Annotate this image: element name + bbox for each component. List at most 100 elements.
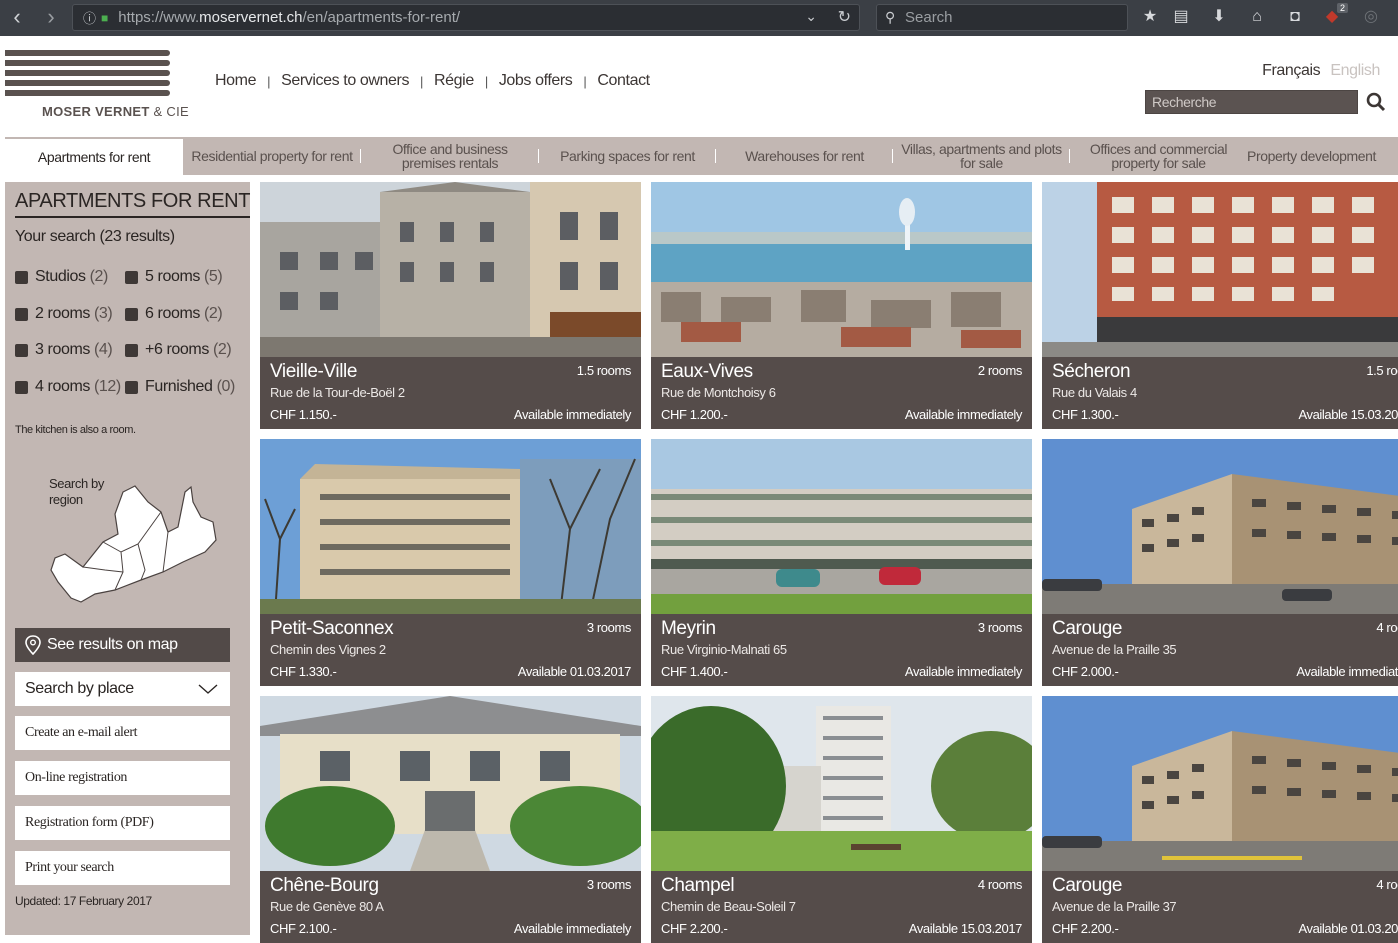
nav-regie[interactable]: Régie	[434, 72, 474, 90]
download-icon[interactable]: ⬇	[1208, 6, 1230, 28]
chevron-down-icon	[198, 684, 218, 694]
listing-rooms: 1.5 roo	[1366, 363, 1398, 378]
listing-card[interactable]: Petit-Saconnex 3 rooms Chemin des Vignes…	[260, 439, 641, 686]
nav-jobs-offers[interactable]: Jobs offers	[499, 72, 573, 90]
listing-card[interactable]: Carouge 4 roo Avenue de la Praille 37 CH…	[1042, 696, 1398, 943]
listing-rooms: 2 rooms	[977, 363, 1023, 378]
listing-photo	[1042, 696, 1398, 871]
listing-street: Rue de Genève 80 A	[270, 899, 384, 914]
online-registration-button[interactable]: On-line registration	[15, 761, 230, 795]
listing-price: CHF 2.100.-	[270, 921, 337, 936]
listing-rooms: 1.5 rooms	[576, 363, 632, 378]
filter-furnished[interactable]: Furnished (0)	[125, 378, 235, 396]
nav-services-to-owners[interactable]: Services to owners	[281, 72, 409, 90]
map-label: Search by region	[49, 476, 104, 507]
info-icon[interactable]: ⓘ	[83, 8, 96, 27]
listing-street: Chemin des Vignes 2	[270, 642, 386, 657]
listing-price: CHF 2.200.-	[661, 921, 728, 936]
reload-icon[interactable]: ↻	[838, 7, 851, 27]
listing-street: Avenue de la Praille 37	[1052, 899, 1177, 914]
filter-plus-6-rooms[interactable]: +6 rooms (2)	[125, 341, 232, 359]
search-icon[interactable]	[1366, 92, 1386, 112]
listing-card[interactable]: Eaux-Vives 2 rooms Rue de Montchoisy 6 C…	[651, 182, 1032, 429]
checkbox[interactable]	[15, 380, 28, 394]
reading-list-icon[interactable]: ▤	[1170, 6, 1192, 28]
bookmark-star-icon[interactable]: ★	[1139, 6, 1161, 28]
listing-availability: Available immediately	[904, 407, 1022, 422]
tab-villas-for-sale[interactable]: Villas, apartments and plots for sale	[893, 137, 1070, 175]
listing-place: Carouge	[1052, 875, 1123, 896]
listing-card[interactable]: Champel 4 rooms Chemin de Beau-Soleil 7 …	[651, 696, 1032, 943]
listing-price: CHF 1.150.-	[270, 407, 337, 422]
browser-search-input[interactable]: ⚲ Search	[876, 4, 1128, 31]
checkbox[interactable]	[125, 270, 138, 284]
listing-card[interactable]: Sécheron 1.5 roo Rue du Valais 4 CHF 1.3…	[1042, 182, 1398, 429]
listing-card[interactable]: Carouge 4 roo Avenue de la Praille 35 CH…	[1042, 439, 1398, 686]
create-email-alert-button[interactable]: Create an e-mail alert	[15, 716, 230, 750]
tab-residential-property-for-rent[interactable]: Residential property for rent	[183, 137, 361, 175]
listing-street: Rue du Valais 4	[1052, 385, 1137, 400]
listing-photo	[651, 696, 1032, 871]
listing-card[interactable]: Vieille-Ville 1.5 rooms Rue de la Tour-d…	[260, 182, 641, 429]
listing-place: Chêne-Bourg	[270, 875, 379, 896]
main-nav: Home | Services to owners | Régie | Jobs of…	[215, 72, 650, 90]
listing-availability: Available 15.03.2017	[908, 921, 1023, 936]
listing-availability: Available immediately	[513, 921, 631, 936]
url-dropdown-icon[interactable]: ⌄	[805, 8, 817, 25]
see-results-on-map-button[interactable]: See results on map	[15, 628, 230, 662]
registration-form-pdf-button[interactable]: Registration form (PDF)	[15, 806, 230, 840]
address-bar[interactable]: ⓘ ■ https://www.moservernet.ch/en/apartm…	[72, 4, 860, 31]
category-tabs: Apartments for rent Residential property…	[5, 137, 1398, 175]
listing-photo	[651, 439, 1032, 614]
back-icon[interactable]: ‹	[4, 5, 30, 31]
filter-6-rooms[interactable]: 6 rooms (2)	[125, 305, 223, 323]
forward-icon[interactable]: ›	[38, 5, 64, 31]
tab-offices-for-sale[interactable]: Offices and commercial property for sale	[1070, 137, 1247, 175]
nav-contact[interactable]: Contact	[597, 72, 650, 90]
url-text[interactable]: https://www.moservernet.ch/en/apartments…	[118, 9, 460, 26]
search-by-place-select[interactable]: Search by place	[15, 672, 230, 706]
filter-2-rooms[interactable]: 2 rooms (3)	[15, 305, 113, 323]
listing-price: CHF 2.200.-	[1052, 921, 1119, 936]
checkbox[interactable]	[125, 307, 138, 321]
nav-home[interactable]: Home	[215, 72, 256, 90]
listing-rooms: 4 rooms	[977, 877, 1023, 892]
filter-studios[interactable]: Studios (2)	[15, 268, 108, 286]
tab-office-business-premises[interactable]: Office and business premises rentals	[361, 137, 539, 175]
listing-rooms: 3 rooms	[586, 620, 632, 635]
lang-english[interactable]: English	[1330, 62, 1380, 79]
listing-rooms: 4 roo	[1376, 877, 1398, 892]
listing-place: Carouge	[1052, 618, 1123, 639]
print-search-button[interactable]: Print your search	[15, 851, 230, 885]
site-search-input[interactable]: Recherche	[1145, 90, 1358, 114]
listing-price: CHF 1.400.-	[661, 664, 728, 679]
listing-street: Rue de la Tour-de-Boël 2	[270, 385, 405, 400]
tab-warehouses[interactable]: Warehouses for rent	[716, 137, 893, 175]
company-logo[interactable]: MOSER VERNET & CIE	[5, 50, 189, 122]
checkbox[interactable]	[125, 343, 138, 357]
checkbox[interactable]	[15, 343, 28, 357]
listing-place: Champel	[661, 875, 735, 896]
checkbox[interactable]	[15, 307, 28, 321]
checkbox[interactable]	[125, 380, 138, 394]
pocket-icon[interactable]: ◘	[1284, 6, 1306, 28]
listing-availability: Available 01.03.20	[1298, 921, 1398, 936]
filter-4-rooms[interactable]: 4 rooms (12)	[15, 378, 121, 396]
tab-apartments-for-rent[interactable]: Apartments for rent	[5, 137, 183, 175]
listing-photo	[1042, 182, 1398, 357]
home-icon[interactable]: ⌂	[1246, 6, 1268, 28]
listing-card[interactable]: Meyrin 3 rooms Rue Virginio-Malnati 65 C…	[651, 439, 1032, 686]
listing-card[interactable]: Chêne-Bourg 3 rooms Rue de Genève 80 A C…	[260, 696, 641, 943]
listing-place: Meyrin	[661, 618, 716, 639]
tab-parking-spaces[interactable]: Parking spaces for rent	[539, 137, 716, 175]
filter-5-rooms[interactable]: 5 rooms (5)	[125, 268, 223, 286]
listing-availability: Available immediately	[904, 664, 1022, 679]
lang-french[interactable]: Français	[1262, 62, 1321, 79]
menu-icon[interactable]: ◎	[1360, 6, 1382, 28]
listing-place: Petit-Saconnex	[270, 618, 394, 639]
checkbox[interactable]	[15, 270, 28, 284]
tab-property-development[interactable]: Property development	[1247, 137, 1378, 175]
listing-rooms: 3 rooms	[977, 620, 1023, 635]
listing-photo	[651, 182, 1032, 357]
filter-3-rooms[interactable]: 3 rooms (4)	[15, 341, 113, 359]
